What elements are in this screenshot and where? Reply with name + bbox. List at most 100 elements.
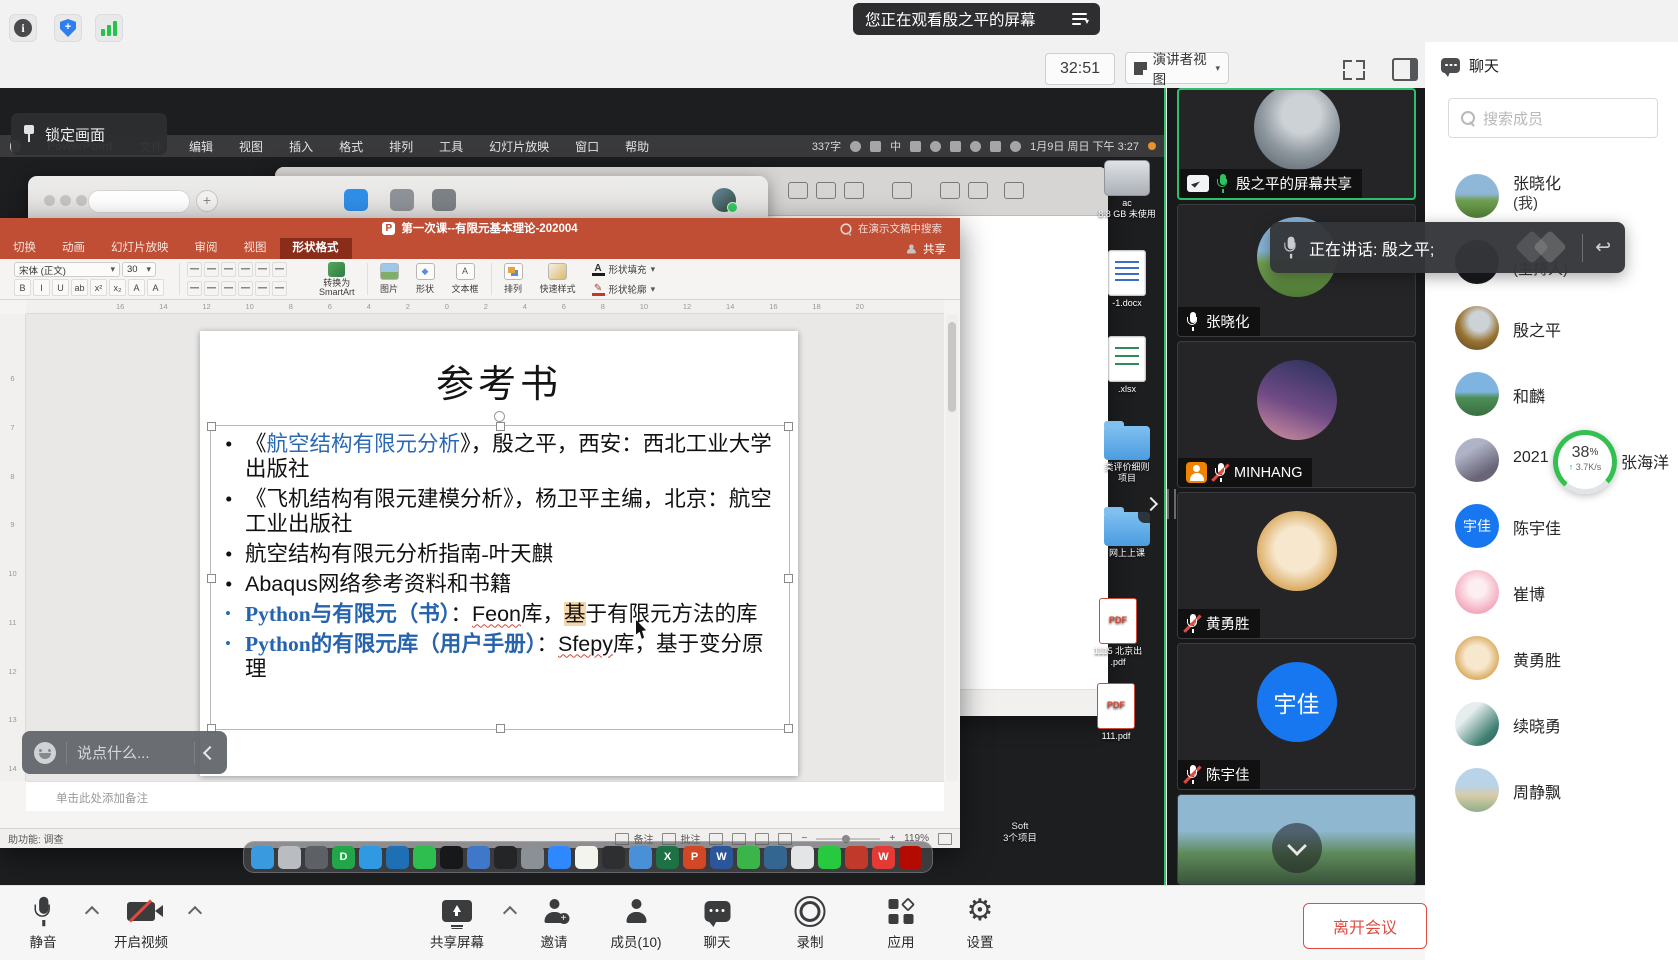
shape-outline-button[interactable]: ✎形状轮廓▾	[592, 282, 656, 296]
desktop-disk-icon[interactable]: ac8.8 GB 未使用	[1072, 160, 1166, 220]
workspace-tab-icon[interactable]	[432, 189, 456, 211]
finder-view-icon[interactable]	[816, 182, 836, 199]
ribbon-tab[interactable]: 审阅	[182, 238, 231, 259]
quick-chat-bar[interactable]: 说点什么...	[22, 731, 227, 774]
shape-fill-button[interactable]: A形状填充▾	[592, 262, 656, 276]
menu-item[interactable]: 视图	[239, 138, 263, 155]
collapse-chat-icon[interactable]	[203, 745, 217, 759]
dock-app-icon[interactable]: W	[710, 846, 733, 869]
meeting-info-button[interactable]: i	[9, 14, 37, 42]
member-row[interactable]: 崔博	[1425, 570, 1678, 620]
bullet-list-button[interactable]	[187, 262, 202, 277]
dock-app-icon[interactable]	[899, 846, 922, 869]
dock-app-icon[interactable]	[575, 846, 598, 869]
share-options-caret[interactable]	[503, 906, 517, 920]
align-center-button[interactable]	[204, 281, 219, 296]
status-icon[interactable]	[850, 141, 861, 152]
ribbon-tab[interactable]: 切换	[0, 238, 49, 259]
resize-handle[interactable]	[207, 422, 216, 431]
resize-handle[interactable]	[784, 724, 793, 733]
banner-menu-icon[interactable]: ▾	[1072, 13, 1088, 25]
members-button[interactable]: 成员(10)	[610, 895, 661, 951]
dock-app-icon[interactable]	[305, 846, 328, 869]
menu-item[interactable]: 编辑	[189, 138, 213, 155]
video-tile[interactable]: 黄勇胜	[1177, 492, 1416, 639]
scrollbar[interactable]	[946, 314, 958, 781]
status-icon[interactable]	[1010, 141, 1021, 152]
mute-button[interactable]: 静音	[30, 895, 57, 951]
add-icon[interactable]: +	[196, 190, 218, 212]
menu-datetime[interactable]: 1月9日 周日 下午 3:27	[1030, 138, 1139, 154]
dock-app-icon[interactable]	[440, 846, 463, 869]
share-button[interactable]: 共享	[901, 238, 946, 259]
dock-app-icon[interactable]: X	[656, 846, 679, 869]
minimize-icon[interactable]	[60, 195, 71, 206]
ribbon-tab-active[interactable]: 形状格式	[280, 238, 352, 259]
arrange-button[interactable]: 排列	[499, 261, 528, 297]
invite-button[interactable]: + 邀请	[541, 895, 568, 951]
chat-button[interactable]: 聊天	[704, 895, 731, 951]
menu-item[interactable]: 帮助	[625, 138, 649, 155]
desktop-folder[interactable]: 类评价细则项目	[1072, 426, 1166, 484]
text-direction-button[interactable]	[255, 281, 270, 296]
format-button[interactable]: x²	[90, 279, 107, 296]
avatar[interactable]	[712, 188, 736, 212]
finder-share-icon[interactable]	[940, 182, 960, 199]
status-icon[interactable]	[910, 141, 921, 152]
selected-textbox[interactable]: 《航空结构有限元分析》，殷之平，西安：西北工业大学出版社 《飞机结构有限元建模分…	[210, 425, 790, 730]
network-status-button[interactable]	[95, 14, 123, 42]
messenger-search-input[interactable]	[88, 190, 190, 213]
member-row[interactable]: 续晓勇	[1425, 702, 1678, 752]
status-icon[interactable]	[950, 141, 961, 152]
dock-app-icon[interactable]: P	[683, 846, 706, 869]
dock-app-icon[interactable]	[548, 846, 571, 869]
menu-item[interactable]: 幻灯片放映	[489, 138, 549, 155]
dock-app-icon[interactable]	[386, 846, 409, 869]
status-icon[interactable]	[990, 141, 1001, 152]
ribbon-tab[interactable]: 动画	[49, 238, 98, 259]
fit-slide-button[interactable]	[938, 833, 952, 845]
contacts-tab-icon[interactable]	[390, 189, 414, 211]
status-icon[interactable]	[870, 141, 881, 152]
format-button[interactable]: U	[52, 279, 69, 296]
dock-app-icon[interactable]	[467, 846, 490, 869]
resize-handle[interactable]	[784, 422, 793, 431]
video-tile[interactable]	[1177, 794, 1416, 885]
fullscreen-button[interactable]	[1340, 56, 1368, 84]
toggle-sidebar-button[interactable]	[1392, 58, 1418, 81]
lock-view-tooltip[interactable]: 锁定画面	[11, 113, 167, 155]
leave-meeting-button[interactable]: 离开会议	[1303, 903, 1427, 949]
panel-resize-handle[interactable]	[1167, 489, 1176, 519]
dock-app-icon[interactable]	[602, 846, 625, 869]
desktop-file-pdf[interactable]: PDF 111.pdf	[1061, 683, 1166, 742]
menu-item[interactable]: 插入	[289, 138, 313, 155]
ime-indicator[interactable]: 中	[890, 138, 901, 154]
dock-app-icon[interactable]	[629, 846, 652, 869]
member-row[interactable]: 张晓化 (我)	[1425, 174, 1678, 224]
scroll-participants-button[interactable]	[1272, 823, 1322, 873]
start-video-button[interactable]: 开启视频	[114, 895, 168, 951]
quick-styles-button[interactable]: 快速样式	[535, 261, 581, 297]
resize-handle[interactable]	[496, 422, 505, 431]
justify-button[interactable]	[238, 281, 253, 296]
format-button[interactable]: B	[14, 279, 31, 296]
dock-app-icon[interactable]	[737, 846, 760, 869]
finder-more-icon[interactable]	[1004, 182, 1024, 199]
video-tile[interactable]: MINHANG	[1177, 341, 1416, 488]
quick-chat-placeholder[interactable]: 说点什么...	[77, 742, 150, 763]
settings-button[interactable]: ⚙ 设置	[967, 895, 994, 951]
desktop-file-xlsx[interactable]: .xlsx	[1072, 336, 1166, 395]
menu-item[interactable]: 窗口	[575, 138, 599, 155]
indent-decrease-button[interactable]	[221, 262, 236, 277]
line-spacing-button[interactable]	[255, 262, 270, 277]
member-row[interactable]: 宇佳 陈宇佳	[1425, 504, 1678, 554]
resize-handle[interactable]	[496, 724, 505, 733]
zoom-icon[interactable]	[76, 195, 87, 206]
desktop-file-docx[interactable]: -1.docx	[1072, 250, 1166, 309]
chat-tab-icon[interactable]	[344, 189, 368, 211]
video-options-caret[interactable]	[188, 906, 202, 920]
finder-view-icon[interactable]	[788, 182, 808, 199]
member-row[interactable]: 黄勇胜	[1425, 636, 1678, 686]
resize-handle[interactable]	[207, 574, 216, 583]
finder-view-icon[interactable]	[844, 182, 864, 199]
